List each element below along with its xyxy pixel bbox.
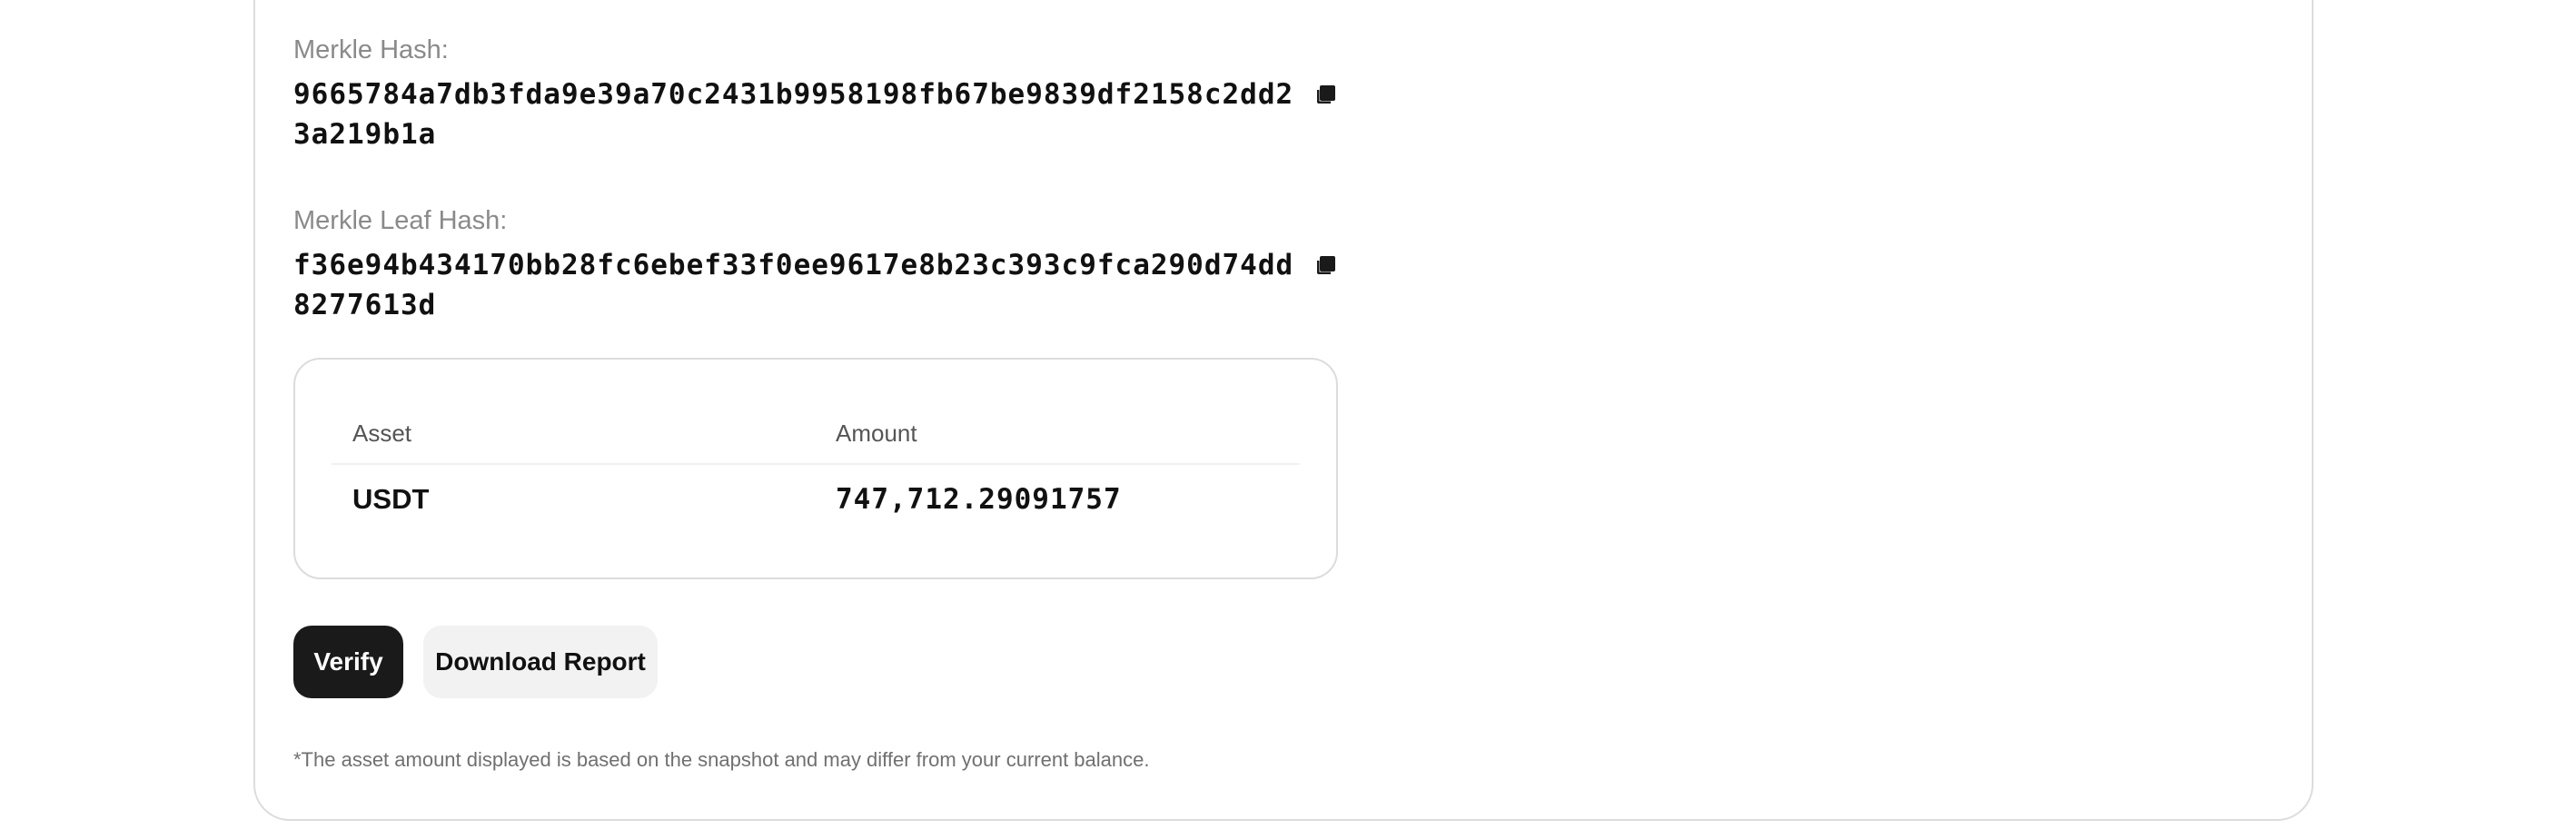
copy-merkle-leaf-hash-button[interactable] xyxy=(1315,254,1339,278)
amount-column-header: Amount xyxy=(836,420,917,447)
merkle-leaf-hash-value: f36e94b434170bb28fc6ebef33f0ee9617e8b23c… xyxy=(293,249,1294,321)
asset-table: Asset Amount USDT 747,712.29091757 xyxy=(293,358,1338,579)
copy-merkle-hash-button[interactable] xyxy=(1315,84,1339,107)
asset-column-header: Asset xyxy=(352,420,412,447)
verify-button[interactable]: Verify xyxy=(293,626,403,698)
merkle-hash-label: Merkle Hash: xyxy=(293,35,449,64)
copy-icon xyxy=(1317,256,1335,274)
merkle-leaf-hash-label: Merkle Leaf Hash: xyxy=(293,206,508,235)
merkle-hash-value: 9665784a7db3fda9e39a70c2431b9958198fb67b… xyxy=(293,78,1294,151)
verification-card: Merkle Hash: 9665784a7db3fda9e39a70c2431… xyxy=(253,0,2313,821)
snapshot-footnote: *The asset amount displayed is based on … xyxy=(293,748,1150,771)
download-report-button[interactable]: Download Report xyxy=(423,626,658,698)
amount-cell: 747,712.29091757 xyxy=(836,483,1122,516)
table-divider xyxy=(332,463,1300,465)
asset-cell: USDT xyxy=(352,483,430,515)
copy-icon xyxy=(1317,85,1335,104)
